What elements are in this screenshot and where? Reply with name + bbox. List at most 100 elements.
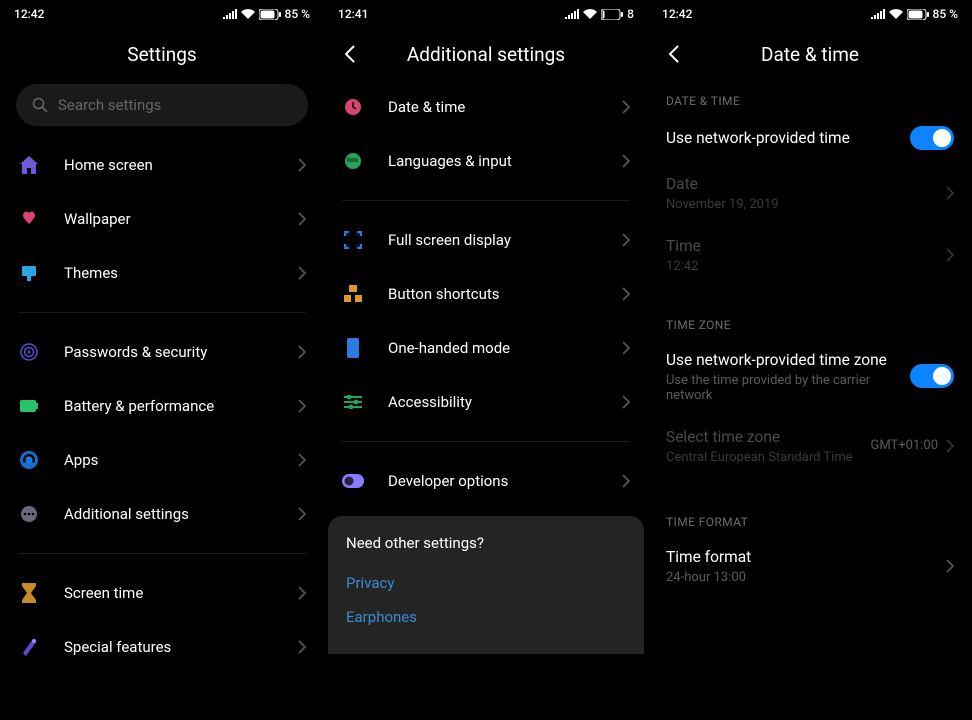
row-label: Screen time [64,584,298,602]
setting-label: Time [666,236,946,257]
row-home-screen[interactable]: Home screen [0,138,324,192]
row-button-shortcuts[interactable]: Button shortcuts [324,267,648,321]
chevron-right-icon [298,158,306,172]
battery-performance-icon [18,395,40,417]
chevron-right-icon [946,186,954,200]
setting-label: Date [666,174,946,195]
status-time: 12:41 [338,7,368,21]
status-time: 12:42 [14,7,44,21]
battery-percent: 8 [627,7,634,21]
search-input[interactable]: Search settings [16,84,308,126]
special-features-icon [18,636,40,658]
setting-label: Use network-provided time [666,128,910,149]
link-earphones[interactable]: Earphones [346,600,626,634]
apps-icon [18,449,40,471]
screen-additional-settings: 12:41 8 Additional settings Date & time … [324,0,648,720]
row-languages-input[interactable]: Languages & input [324,134,648,188]
row-label: Passwords & security [64,343,298,361]
battery-icon [907,9,929,20]
page-title: Additional settings [407,43,565,66]
chevron-right-icon [298,345,306,359]
row-apps[interactable]: Apps [0,433,324,487]
screen-settings: 12:42 85 % Settings Search settings Home… [0,0,324,720]
screen-time-icon [18,582,40,604]
battery-icon [601,9,623,20]
toggle-network-time[interactable] [910,126,954,150]
additional-settings-icon [18,503,40,525]
divider [18,312,306,313]
section-time-format: TIME FORMAT [648,501,972,535]
row-additional-settings[interactable]: Additional settings [0,487,324,541]
toggle-network-timezone[interactable] [910,364,954,388]
row-one-handed-mode[interactable]: One-handed mode [324,321,648,375]
home-icon [18,154,40,176]
row-label: Button shortcuts [388,285,622,303]
wifi-icon [889,9,903,19]
setting-sub: 24-hour 13:00 [666,570,946,585]
row-label: One-handed mode [388,339,622,357]
setting-sub: November 19, 2019 [666,197,946,212]
row-label: Themes [64,264,298,282]
setting-sub: Central European Standard Time [666,450,870,465]
setting-value: GMT+01:00 [870,438,938,453]
signal-icon [565,9,579,19]
back-button[interactable] [652,32,696,76]
row-special-features[interactable]: Special features [0,620,324,674]
row-label: Date & time [388,98,622,116]
setting-sub: 12:42 [666,259,946,274]
chevron-right-icon [298,212,306,226]
link-privacy[interactable]: Privacy [346,566,626,600]
row-date-time[interactable]: Date & time [324,80,648,134]
chevron-right-icon [298,640,306,654]
row-label: Apps [64,451,298,469]
divider [342,441,630,442]
back-button[interactable] [328,32,372,76]
row-label: Wallpaper [64,210,298,228]
row-screen-time[interactable]: Screen time [0,566,324,620]
wifi-icon [583,9,597,19]
accessibility-icon [342,391,364,413]
chevron-left-icon [345,45,355,63]
row-label: Home screen [64,156,298,174]
statusbar: 12:42 85 % [0,0,324,28]
chevron-right-icon [946,439,954,453]
card-title: Need other settings? [346,534,626,552]
row-label: Special features [64,638,298,656]
setting-label: Use network-provided time zone [666,350,910,371]
divider [342,200,630,201]
chevron-right-icon [622,341,630,355]
chevron-right-icon [622,154,630,168]
row-developer-options[interactable]: Developer options [324,454,648,508]
chevron-right-icon [298,266,306,280]
page-title: Settings [127,43,196,66]
search-placeholder: Search settings [58,96,161,114]
signal-icon [223,9,237,19]
globe-icon [342,150,364,172]
row-passwords-security[interactable]: Passwords & security [0,325,324,379]
setting-network-time[interactable]: Use network-provided time [648,114,972,162]
button-shortcuts-icon [342,283,364,305]
setting-network-timezone[interactable]: Use network-provided time zone Use the t… [648,338,972,415]
row-accessibility[interactable]: Accessibility [324,375,648,429]
statusbar: 12:41 8 [324,0,648,28]
chevron-right-icon [298,453,306,467]
row-full-screen-display[interactable]: Full screen display [324,213,648,267]
chevron-right-icon [946,559,954,573]
security-icon [18,341,40,363]
wallpaper-icon [18,208,40,230]
battery-icon [259,9,281,20]
row-themes[interactable]: Themes [0,246,324,300]
setting-time-format[interactable]: Time format 24-hour 13:00 [648,535,972,597]
row-label: Languages & input [388,152,622,170]
row-battery-performance[interactable]: Battery & performance [0,379,324,433]
screen-date-time: 12:42 85 % Date & time DATE & TIME Use n… [648,0,972,720]
themes-icon [18,262,40,284]
battery-percent: 85 % [285,7,310,21]
header: Additional settings [324,28,648,80]
row-label: Additional settings [64,505,298,523]
row-wallpaper[interactable]: Wallpaper [0,192,324,246]
header: Settings [0,28,324,80]
signal-icon [871,9,885,19]
setting-select-timezone: Select time zone Central European Standa… [648,415,972,477]
phone-icon [342,337,364,359]
